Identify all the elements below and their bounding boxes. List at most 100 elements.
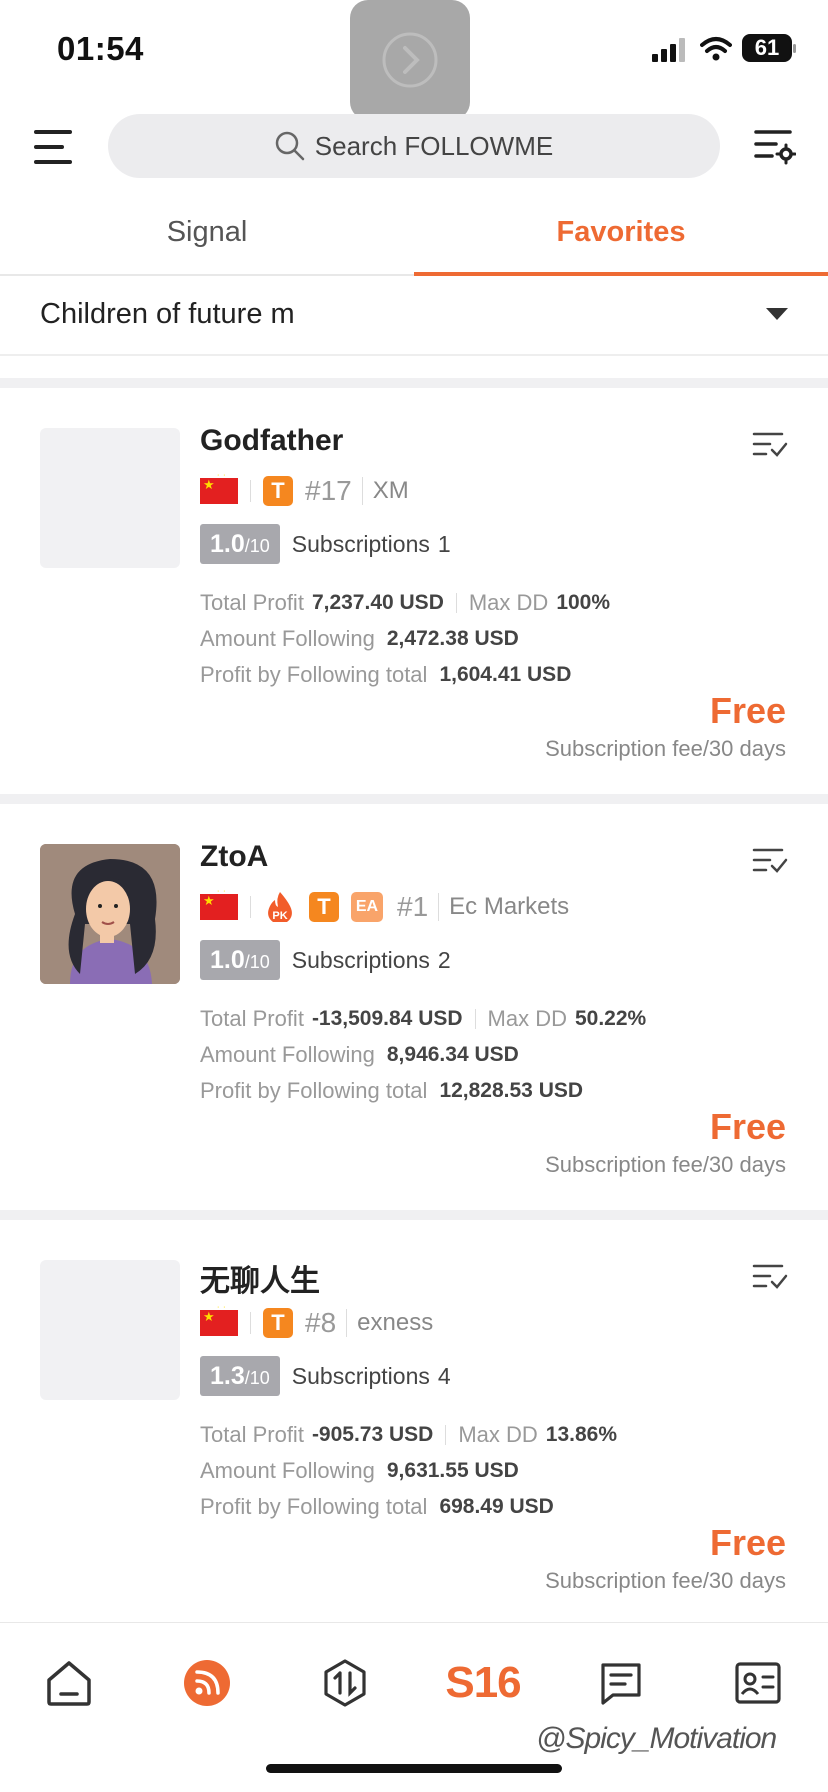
- divider: [0, 794, 828, 804]
- trade-icon: [324, 1659, 366, 1707]
- subscriptions-label: Subscriptions: [291, 530, 430, 557]
- amount-following-row: Amount Following 8,946.34 USD: [200, 1042, 519, 1068]
- trader-badge: T: [263, 476, 293, 506]
- profit-following-value: 12,828.53 USD: [439, 1079, 584, 1102]
- china-flag-icon: [200, 474, 238, 504]
- subscriptions-count: 4: [437, 1362, 451, 1389]
- tab-signal[interactable]: Signal: [0, 216, 414, 249]
- score-badge: 1.0/10: [200, 940, 280, 980]
- nav-trade[interactable]: [315, 1653, 375, 1713]
- max-dd-label: Max DD: [487, 1006, 567, 1031]
- china-flag-icon: [200, 890, 238, 920]
- profit-following-row: Profit by Following total 1,604.41 USD: [200, 662, 571, 688]
- cellular-signal-icon: [652, 38, 685, 62]
- feed-icon: [184, 1660, 230, 1706]
- separator: [445, 1425, 447, 1445]
- profile-card-icon: [735, 1662, 781, 1704]
- score-max: /10: [244, 952, 270, 972]
- search-placeholder: Search FOLLOWME: [314, 130, 554, 161]
- watermark: @Spicy_Motivation: [536, 1722, 777, 1755]
- favorites-group-dropdown[interactable]: Children of future m: [0, 278, 828, 356]
- amount-following-row: Amount Following 9,631.55 USD: [200, 1458, 519, 1484]
- badge-row: PK T EA #1 Ec Markets: [200, 890, 569, 924]
- top-header: Search FOLLOWME: [0, 110, 828, 190]
- score-value: 1.0: [210, 530, 245, 558]
- avatar-illustration-icon: [40, 844, 180, 984]
- amount-following-label: Amount Following: [200, 626, 375, 651]
- signal-card[interactable]: 无聊人生 T #8 exness 1.3/10 Subscriptions 4 …: [0, 1220, 828, 1620]
- amount-following-row: Amount Following 2,472.38 USD: [200, 626, 519, 652]
- active-tab-indicator: [414, 272, 828, 276]
- home-icon: [47, 1661, 91, 1706]
- separator: [455, 593, 457, 613]
- score-value: 1.3: [210, 1362, 245, 1390]
- subscription-fee: Free Subscription fee/30 days: [545, 690, 786, 762]
- battery-icon: 61: [742, 34, 796, 62]
- trader-badge: T: [309, 892, 339, 922]
- manage-list-icon[interactable]: [752, 1262, 788, 1292]
- divider: [0, 378, 828, 388]
- amount-following-value: 9,631.55 USD: [386, 1459, 519, 1482]
- broker: XM: [361, 477, 409, 505]
- avatar: [40, 428, 180, 568]
- pk-fire-badge: PK: [263, 890, 297, 924]
- separator: [250, 480, 251, 502]
- fee-period: Subscription fee/30 days: [545, 1152, 786, 1177]
- score-row: 1.3/10 Subscriptions 4: [200, 1356, 451, 1396]
- rank: #17: [305, 475, 352, 506]
- back-to-app-button[interactable]: [350, 0, 470, 120]
- rank: #1: [397, 891, 429, 922]
- manage-list-icon[interactable]: [752, 430, 788, 460]
- ea-badge: EA: [351, 892, 383, 922]
- separator: [474, 1009, 476, 1029]
- score-value: 1.0: [210, 946, 245, 974]
- total-profit-label: Total Profit: [200, 590, 304, 615]
- nav-s16[interactable]: S16: [443, 1653, 523, 1713]
- badge-row: T #17 XM: [200, 474, 409, 508]
- score-badge: 1.3/10: [200, 1356, 280, 1396]
- group-name: Children of future m: [40, 298, 295, 330]
- amount-following-label: Amount Following: [200, 1458, 375, 1483]
- status-time: 01:54: [57, 30, 144, 67]
- broker: Ec Markets: [438, 893, 569, 921]
- score-badge: 1.0/10: [200, 524, 280, 564]
- fee-label: Free: [709, 1522, 786, 1563]
- separator: [250, 896, 251, 918]
- profit-following-row: Profit by Following total 698.49 USD: [200, 1494, 554, 1520]
- max-dd-value: 50.22%: [574, 1007, 647, 1030]
- message-icon: [601, 1663, 641, 1705]
- subscriptions-label: Subscriptions: [291, 1362, 430, 1389]
- total-profit-value: -905.73 USD: [311, 1423, 434, 1446]
- manage-list-icon[interactable]: [752, 846, 788, 876]
- divider: [0, 1210, 828, 1220]
- tab-bar: Signal Favorites: [0, 200, 828, 276]
- fee-label: Free: [709, 690, 786, 731]
- nav-messages[interactable]: [591, 1653, 651, 1713]
- nav-home[interactable]: [39, 1653, 99, 1713]
- avatar: [40, 1260, 180, 1400]
- nav-signal[interactable]: [177, 1653, 237, 1713]
- signal-card[interactable]: ZtoA PK T EA #1 Ec Markets 1.0/10 Subscr…: [0, 804, 828, 1210]
- fee-period: Subscription fee/30 days: [545, 736, 786, 761]
- trader-badge: T: [263, 1308, 293, 1338]
- search-input[interactable]: Search FOLLOWME: [108, 114, 720, 178]
- wifi-icon: [700, 37, 732, 61]
- subscriptions-label: Subscriptions: [291, 946, 430, 973]
- tab-favorites[interactable]: Favorites: [414, 216, 828, 249]
- filter-settings-icon[interactable]: [754, 128, 796, 166]
- subscriptions-count: 1: [437, 530, 451, 557]
- profit-following-label: Profit by Following total: [200, 1494, 428, 1519]
- signal-card[interactable]: Godfather T #17 XM 1.0/10 Subscriptions …: [0, 388, 828, 794]
- pk-badge-text: PK: [272, 910, 287, 922]
- nav-profile[interactable]: [728, 1653, 788, 1713]
- profit-following-row: Profit by Following total 12,828.53 USD: [200, 1078, 583, 1104]
- home-indicator[interactable]: [266, 1764, 562, 1773]
- menu-icon[interactable]: [34, 128, 76, 166]
- max-dd-value: 13.86%: [545, 1423, 618, 1446]
- profit-following-value: 698.49 USD: [439, 1495, 554, 1518]
- signal-name: Godfather: [200, 424, 344, 457]
- fee-period: Subscription fee/30 days: [545, 1568, 786, 1593]
- total-profit-label: Total Profit: [200, 1422, 304, 1447]
- max-dd-label: Max DD: [458, 1422, 538, 1447]
- signal-name: 无聊人生: [200, 1265, 320, 1298]
